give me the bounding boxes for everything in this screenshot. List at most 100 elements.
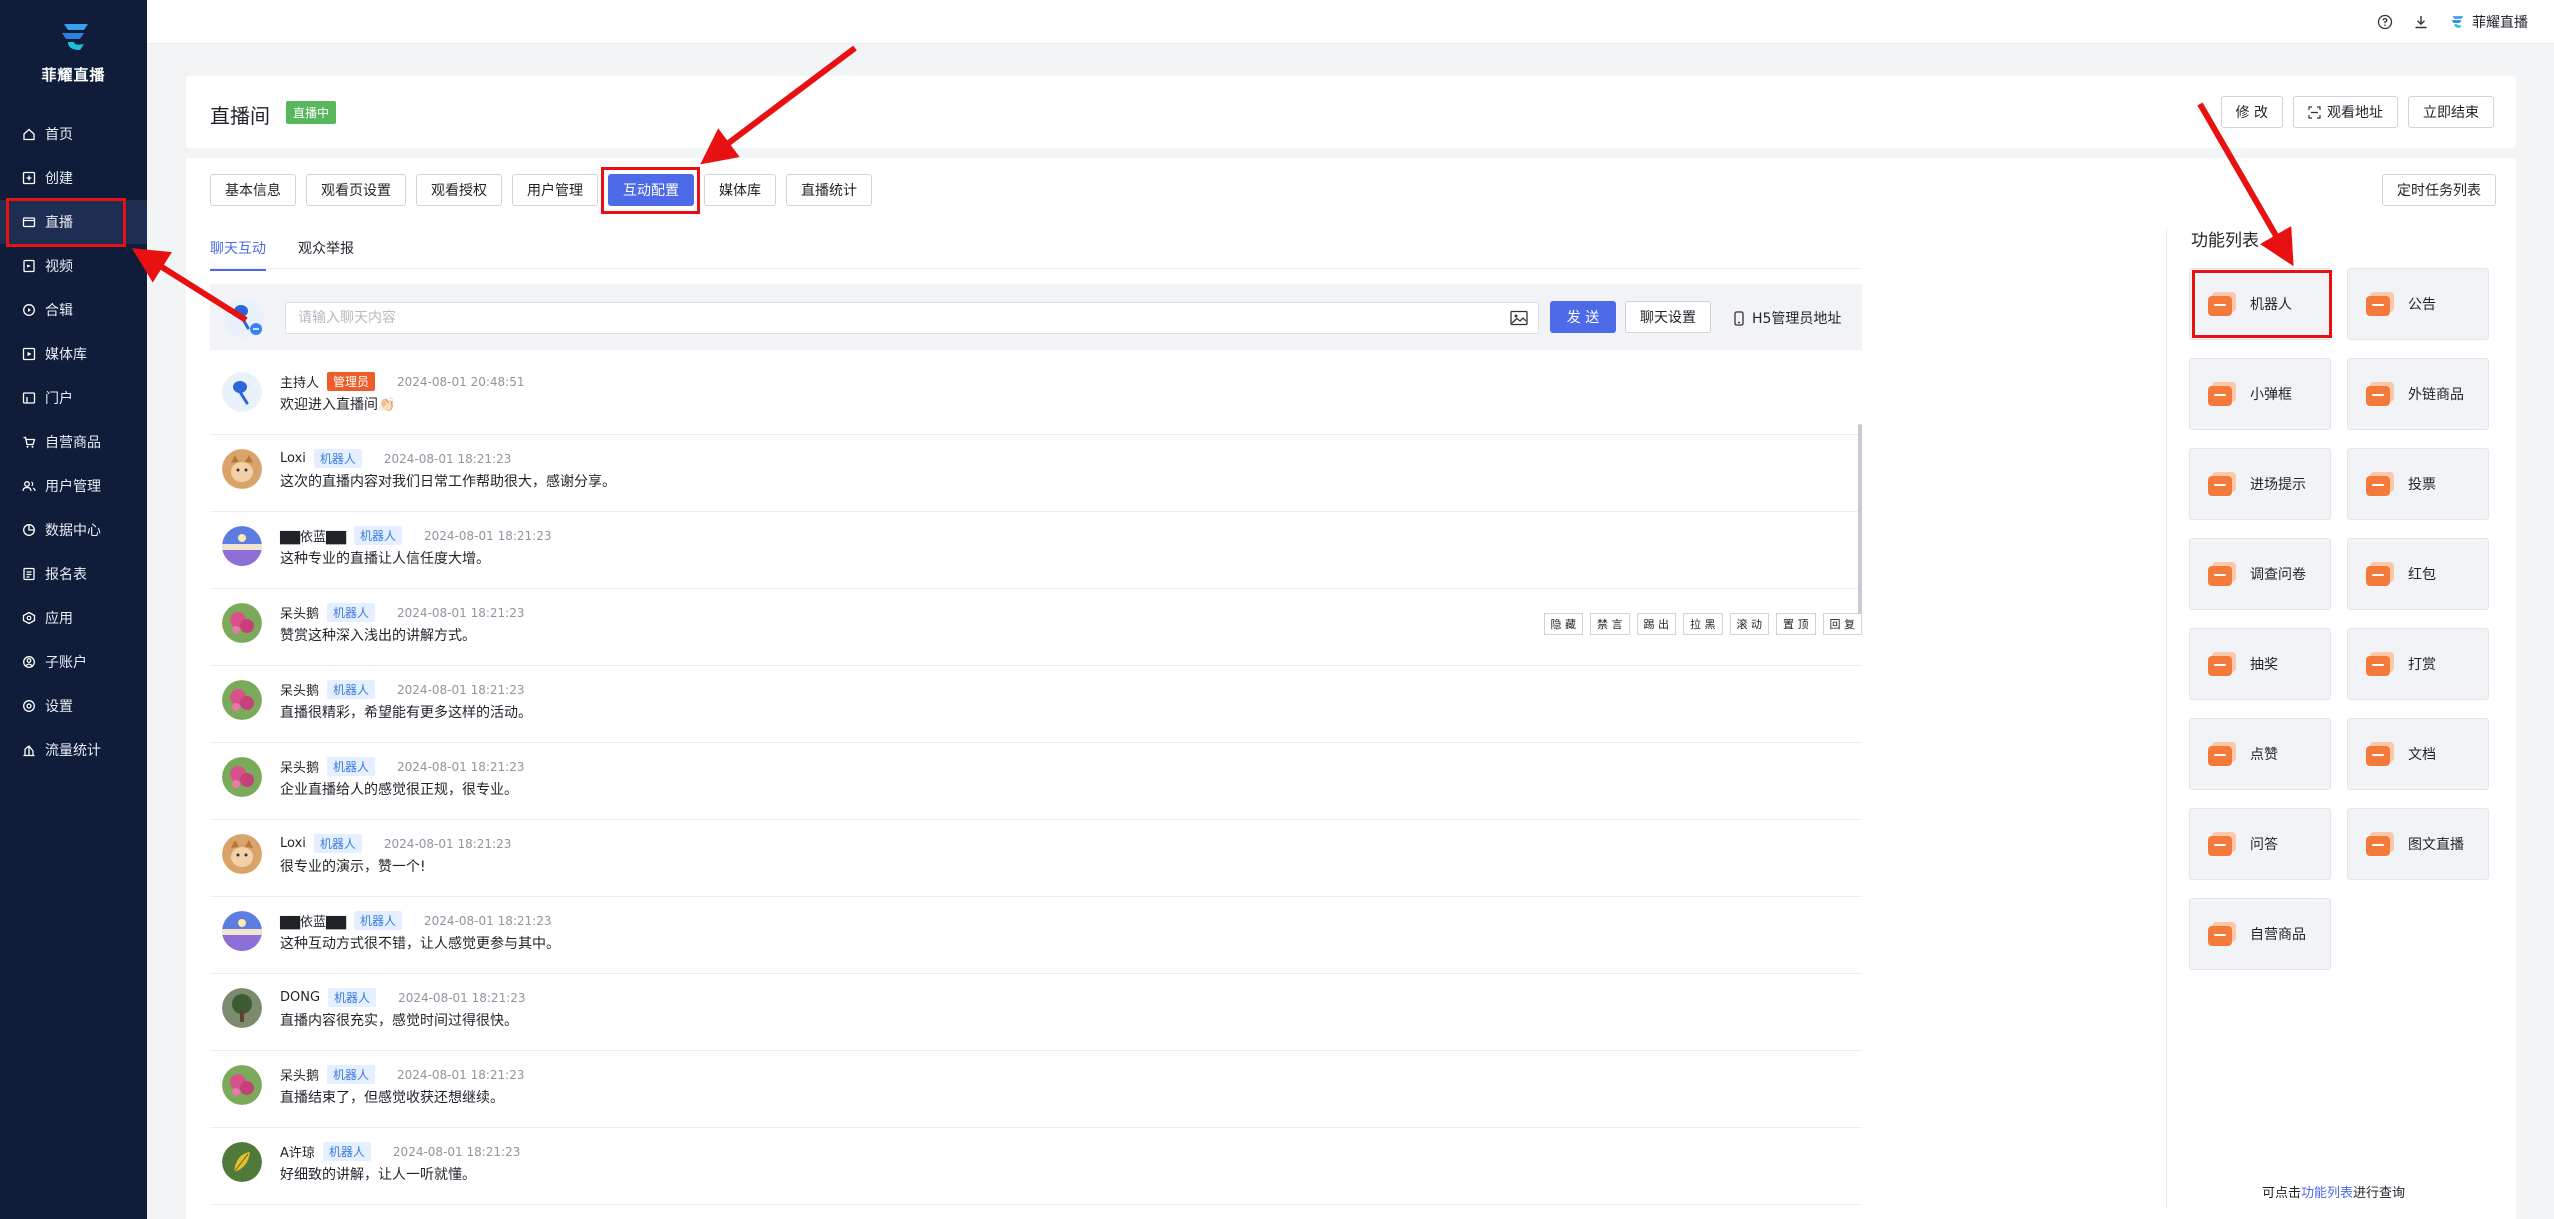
apps-icon bbox=[22, 611, 36, 625]
tab-0[interactable]: 基本信息 bbox=[210, 174, 296, 206]
function-tile[interactable]: 文档 bbox=[2347, 718, 2489, 790]
download-icon[interactable] bbox=[2412, 13, 2430, 31]
message-action-button[interactable]: 回 复 bbox=[1822, 613, 1862, 635]
chat-message: 呆头鹅 机器人 2024-08-01 18:21:23 赞赏这种深入浅出的讲解方式。 隐… bbox=[210, 589, 1862, 666]
help-icon[interactable] bbox=[2376, 13, 2394, 31]
function-tile[interactable]: 红包 bbox=[2347, 538, 2489, 610]
message-header: 呆头鹅 机器人 2024-08-01 18:21:23 bbox=[280, 757, 524, 776]
function-tile[interactable]: 打赏 bbox=[2347, 628, 2489, 700]
schedule-task-list-button[interactable]: 定时任务列表 bbox=[2382, 174, 2496, 206]
avatar bbox=[222, 449, 262, 489]
sidebar-item-1[interactable]: 创建 bbox=[0, 156, 147, 200]
video-icon bbox=[22, 215, 36, 229]
message-header: A许琼 机器人 2024-08-01 18:21:23 bbox=[280, 1142, 520, 1161]
function-tile[interactable]: 投票 bbox=[2347, 448, 2489, 520]
account-name: 菲耀直播 bbox=[2472, 15, 2528, 31]
sidebar-item-0[interactable]: 首页 bbox=[0, 112, 147, 156]
chat-message: 呆头鹅 机器人 2024-08-01 18:21:23 直播很精彩，希望能有更多这样的… bbox=[210, 666, 1862, 743]
avatar bbox=[222, 603, 262, 643]
tab-2[interactable]: 观看授权 bbox=[416, 174, 502, 206]
function-tile-label: 文档 bbox=[2408, 747, 2436, 763]
message-time: 2024-08-01 18:21:23 bbox=[383, 836, 512, 851]
h5-admin-url-label: H5管理员地址 bbox=[1752, 311, 1842, 327]
message-action-button[interactable]: 隐 藏 bbox=[1543, 613, 1583, 635]
red-packet-icon bbox=[2364, 560, 2398, 588]
tab-5[interactable]: 媒体库 bbox=[704, 174, 776, 206]
function-tile[interactable]: 外链商品 bbox=[2347, 358, 2489, 430]
film-icon bbox=[22, 259, 36, 273]
edit-button[interactable]: 修 改 bbox=[2220, 96, 2283, 128]
sidebar-item-10[interactable]: 报名表 bbox=[0, 552, 147, 596]
function-tile[interactable]: 问答 bbox=[2189, 808, 2331, 880]
message-action-button[interactable]: 踢 出 bbox=[1636, 613, 1676, 635]
chat-message: DONG 机器人 2024-08-01 18:21:23 直播内容很充实，感觉时间过得… bbox=[210, 974, 1862, 1051]
sidebar-item-3[interactable]: 视频 bbox=[0, 244, 147, 288]
function-tile[interactable]: 进场提示 bbox=[2189, 448, 2331, 520]
message-action-button[interactable]: 拉 黑 bbox=[1683, 613, 1723, 635]
image-text-icon bbox=[2364, 830, 2398, 858]
message-header: DONG 机器人 2024-08-01 18:21:23 bbox=[280, 988, 526, 1007]
sidebar-item-4[interactable]: 合辑 bbox=[0, 288, 147, 332]
message-action-button[interactable]: 滚 动 bbox=[1729, 613, 1769, 635]
sidebar-item-9[interactable]: 数据中心 bbox=[0, 508, 147, 552]
message-text: 很专业的演示，赞一个! bbox=[280, 859, 426, 875]
sidebar-item-8[interactable]: 用户管理 bbox=[0, 464, 147, 508]
message-header: 呆头鹅 机器人 2024-08-01 18:21:23 bbox=[280, 603, 524, 622]
sidebar-item-label: 用户管理 bbox=[45, 479, 101, 495]
role-badge: 机器人 bbox=[354, 526, 403, 545]
sidebar-item-5[interactable]: 媒体库 bbox=[0, 332, 147, 376]
sidebar-item-label: 视频 bbox=[45, 259, 73, 275]
function-list-link[interactable]: 功能列表 bbox=[2301, 1186, 2353, 1201]
account-menu[interactable]: 菲耀直播 bbox=[2448, 12, 2528, 32]
subtab-0[interactable]: 聊天互动 bbox=[210, 238, 266, 271]
subtab-1[interactable]: 观众举报 bbox=[298, 238, 354, 271]
chat-message: ▇▇依蓝▇▇ 机器人 2024-08-01 18:21:23 这种专业的直播让人信任度… bbox=[210, 512, 1862, 589]
chat-input[interactable] bbox=[285, 302, 1539, 334]
image-upload-icon[interactable] bbox=[1510, 310, 1528, 326]
sidebar-item-6[interactable]: 门户 bbox=[0, 376, 147, 420]
function-tile[interactable]: 点赞 bbox=[2189, 718, 2331, 790]
function-tile[interactable]: 自营商品 bbox=[2189, 898, 2331, 970]
end-live-button[interactable]: 立即结束 bbox=[2408, 96, 2494, 128]
function-tile[interactable]: 公告 bbox=[2347, 268, 2489, 340]
chat-message: 呆头鹅 机器人 2024-08-01 18:21:23 企业直播给人的感觉很正规，很专… bbox=[210, 743, 1862, 820]
role-badge: 机器人 bbox=[313, 449, 362, 468]
chat-settings-button[interactable]: 聊天设置 bbox=[1625, 301, 1711, 333]
function-tile[interactable]: 调查问卷 bbox=[2189, 538, 2331, 610]
avatar bbox=[222, 911, 262, 951]
chat-scrollbar[interactable] bbox=[1858, 424, 1862, 614]
function-tile-label: 抽奖 bbox=[2250, 657, 2278, 673]
tab-4[interactable]: 互动配置 bbox=[608, 174, 694, 206]
avatar bbox=[222, 757, 262, 797]
function-tile[interactable]: 抽奖 bbox=[2189, 628, 2331, 700]
sidebar-item-13[interactable]: 设置 bbox=[0, 684, 147, 728]
message-time: 2024-08-01 18:21:23 bbox=[392, 1144, 521, 1159]
vote-icon bbox=[2364, 470, 2398, 498]
tab-1[interactable]: 观看页设置 bbox=[306, 174, 406, 206]
config-tabs: 基本信息 观看页设置 观看授权 用户管理 互动配置 媒体库 直播统计 bbox=[210, 174, 872, 206]
sidebar-item-label: 媒体库 bbox=[45, 347, 87, 363]
function-tile-label: 机器人 bbox=[2250, 297, 2292, 313]
sidebar-item-11[interactable]: 应用 bbox=[0, 596, 147, 640]
message-text: 欢迎进入直播间👏🏻 bbox=[280, 397, 396, 413]
send-button[interactable]: 发 送 bbox=[1550, 301, 1616, 333]
plus-square-icon bbox=[22, 171, 36, 185]
watch-url-label: 观看地址 bbox=[2327, 105, 2383, 121]
tab-6[interactable]: 直播统计 bbox=[786, 174, 872, 206]
sidebar-item-7[interactable]: 自营商品 bbox=[0, 420, 147, 464]
h5-admin-url-link[interactable]: H5管理员地址 bbox=[1734, 308, 1841, 328]
tab-3[interactable]: 用户管理 bbox=[512, 174, 598, 206]
message-text: 这种专业的直播让人信任度大增。 bbox=[280, 551, 490, 567]
role-badge: 机器人 bbox=[327, 757, 376, 776]
function-tile[interactable]: 图文直播 bbox=[2347, 808, 2489, 880]
sidebar-item-14[interactable]: 流量统计 bbox=[0, 728, 147, 772]
message-action-button[interactable]: 禁 言 bbox=[1590, 613, 1630, 635]
message-action-button[interactable]: 置 顶 bbox=[1776, 613, 1816, 635]
sidebar-item-2[interactable]: 直播 bbox=[0, 200, 147, 244]
function-tile[interactable]: 机器人 bbox=[2189, 268, 2331, 340]
sidebar-item-12[interactable]: 子账户 bbox=[0, 640, 147, 684]
function-tile[interactable]: 小弹框 bbox=[2189, 358, 2331, 430]
subtabs-divider bbox=[210, 268, 1860, 269]
watch-url-button[interactable]: 观看地址 bbox=[2293, 96, 2398, 128]
scan-icon bbox=[2308, 105, 2321, 119]
